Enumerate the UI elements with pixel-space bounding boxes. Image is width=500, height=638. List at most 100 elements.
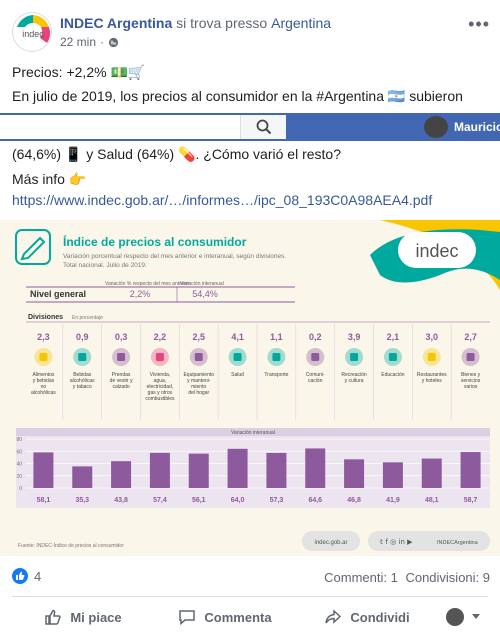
division-icon-glyph: [388, 353, 397, 361]
bar: [460, 452, 481, 488]
chevron-down-icon: [472, 614, 480, 619]
bar-value-label: 43,8: [114, 497, 128, 504]
nivel-general-yearly: 54,4%: [192, 289, 218, 299]
bar-value-label: 48,1: [425, 497, 439, 504]
nivel-general-label: Nivel general: [30, 289, 86, 299]
category-label: y cultura: [345, 378, 364, 384]
y-tick-label: 20: [16, 474, 22, 480]
bar: [344, 459, 365, 488]
post-line-3: (64,6%) 📱 y Salud (64%) 💊. ¿Cómo varió e…: [12, 146, 341, 162]
share-icon: [325, 609, 342, 624]
post-line-2-text: En julio de 2019, los precios al consumi…: [12, 88, 463, 104]
post-header: indec INDEC Argentina si trova presso Ar…: [12, 12, 490, 52]
share-button[interactable]: Condividi: [296, 600, 438, 634]
like-count-text: 4: [34, 568, 42, 584]
comment-button[interactable]: Commenta: [154, 600, 296, 634]
infographic-site: indec.gob.ar: [314, 540, 347, 546]
category-label: Educación: [381, 372, 405, 378]
division-icon-glyph: [117, 353, 126, 361]
y-tick-label: 60: [16, 449, 22, 455]
infographic-social: INDECArgentina: [437, 540, 479, 546]
ipc-infographic: indec Índice de precios al consumidor Va…: [0, 220, 500, 556]
division-icon-glyph: [233, 353, 242, 361]
profile-link[interactable]: Mauricio: [424, 116, 500, 138]
page-name-link[interactable]: INDEC Argentina: [60, 15, 172, 31]
like-label: Mi piace: [70, 609, 122, 625]
bar: [111, 461, 132, 488]
division-icon-glyph: [155, 353, 164, 361]
monthly-value-label: 1,1: [270, 332, 283, 342]
post-link[interactable]: https://www.indec.gob.ar/…/informes…/ipc…: [12, 191, 432, 209]
bar: [72, 466, 93, 488]
share-count[interactable]: Condivisioni: 9: [405, 570, 490, 585]
post-time[interactable]: 22 min: [60, 35, 96, 49]
search-input[interactable]: [0, 115, 240, 139]
avatar: [424, 116, 448, 138]
reactions-bar: 4 Commenti: 1 Condivisioni: 9: [12, 567, 490, 587]
like-button[interactable]: Mi piace: [12, 600, 154, 634]
logo-text: indec: [22, 29, 44, 39]
comment-count[interactable]: Commenti: 1: [324, 570, 398, 585]
category-label: cación: [308, 378, 323, 384]
post-options-button[interactable]: •••: [468, 14, 490, 35]
post-actions: Mi piace Commenta Condividi: [12, 600, 488, 634]
page-avatar[interactable]: indec: [12, 12, 52, 52]
monthly-value-label: 4,1: [231, 332, 244, 342]
like-count[interactable]: 4: [12, 568, 41, 584]
infographic-source: Fuente: INDEC-Índice de precios al consu…: [18, 542, 124, 549]
reaction-avatar-selector[interactable]: [438, 600, 488, 634]
monthly-value-label: 0,2: [309, 332, 322, 342]
bar: [266, 452, 287, 488]
indec-logo-icon: indec: [14, 14, 51, 51]
bar-value-label: 64,6: [308, 497, 322, 504]
col-header-monthly: Variación % respecto del mes anterior: [105, 281, 189, 287]
bar-value-label: 35,3: [75, 497, 89, 504]
bar: [382, 462, 403, 488]
avatar: [446, 608, 464, 626]
comment-label: Commenta: [204, 609, 272, 625]
location-link[interactable]: Argentina: [271, 15, 331, 31]
category-label: varios: [464, 384, 478, 390]
monthly-value-label: 3,0: [425, 332, 438, 342]
nivel-general-monthly: 2,2%: [130, 289, 151, 299]
divider: [12, 596, 488, 597]
category-label: del hogar: [188, 390, 209, 396]
y-tick-label: 0: [19, 486, 22, 492]
bar: [227, 448, 248, 488]
bar-value-label: 64,0: [231, 497, 245, 504]
category-label: Salud: [231, 372, 244, 378]
globe-icon: [108, 37, 119, 47]
bar: [149, 452, 170, 488]
social-icons: 𝕥 f ◎ in ▶: [380, 538, 413, 546]
y-tick-label: 80: [16, 437, 22, 443]
bar-value-label: 58,1: [37, 497, 51, 504]
monthly-value-label: 2,1: [387, 332, 400, 342]
monthly-value-label: 2,3: [37, 332, 50, 342]
bar-value-label: 58,7: [464, 497, 478, 504]
bar: [305, 448, 326, 488]
location-prefix: si trova presso: [176, 15, 268, 31]
category-label: calzado: [112, 384, 129, 390]
division-icon-glyph: [78, 353, 87, 361]
bar-value-label: 57,4: [153, 497, 167, 504]
category-label: y hoteles: [422, 378, 443, 384]
post-line-4: Más info 👉: [12, 171, 87, 187]
like-reaction-icon: [12, 568, 28, 584]
post-card: indec INDEC Argentina si trova presso Ar…: [0, 0, 500, 638]
bar-value-label: 46,8: [347, 497, 361, 504]
y-tick-label: 40: [16, 462, 22, 468]
division-icon-glyph: [350, 353, 359, 361]
bar: [33, 452, 54, 488]
comment-icon: [179, 610, 196, 626]
search-icon: [256, 119, 271, 135]
category-label: y tabaco: [73, 384, 92, 390]
divisiones-label: Divisiones: [28, 314, 63, 321]
division-icon-glyph: [311, 353, 320, 361]
infographic-image[interactable]: indec Índice de precios al consumidor Va…: [0, 220, 500, 556]
infographic-subtitle-1: Variación porcentual respecto del mes an…: [63, 253, 286, 260]
bar-value-label: 56,1: [192, 497, 206, 504]
post-meta: 22 min ·: [60, 35, 119, 49]
search-button[interactable]: [240, 115, 286, 139]
thumbs-up-icon: [45, 609, 62, 625]
division-icon-glyph: [194, 353, 203, 361]
